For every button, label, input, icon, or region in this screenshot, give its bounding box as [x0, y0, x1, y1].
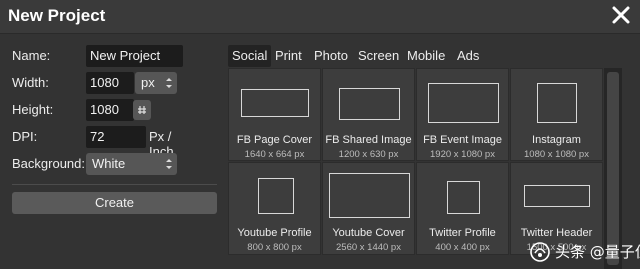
watermark-logo-icon — [530, 242, 550, 262]
preset-youtube-cover[interactable]: Youtube Cover 2560 x 1440 px — [322, 162, 415, 255]
preset-size: 2560 x 1440 px — [336, 242, 401, 253]
updown-caret-icon — [166, 78, 172, 88]
tab-screen[interactable]: Screen — [354, 45, 403, 67]
preset-fb-page-cover[interactable]: FB Page Cover 1640 x 664 px — [228, 68, 321, 161]
dialog-title: New Project — [8, 6, 106, 25]
preset-thumbnail — [524, 185, 590, 207]
tab-photo[interactable]: Photo — [310, 45, 352, 67]
preset-name: FB Shared Image — [325, 134, 412, 146]
name-input[interactable]: New Project — [86, 45, 183, 67]
height-label: Height: — [12, 102, 54, 117]
preset-thumbnail — [339, 88, 400, 120]
preset-instagram[interactable]: Instagram 1080 x 1080 px — [510, 68, 603, 161]
updown-caret-icon — [166, 159, 172, 169]
dpi-input[interactable]: 72 — [86, 126, 146, 148]
preset-size: 1920 x 1080 px — [430, 149, 495, 160]
scrollbar-thumb[interactable] — [607, 72, 619, 265]
title-bar: New Project — [0, 0, 640, 34]
preset-size: 1200 x 630 px — [338, 149, 399, 160]
name-label: Name: — [12, 48, 51, 63]
width-input[interactable]: 1080 — [86, 72, 134, 94]
dpi-label: DPI: — [12, 129, 38, 144]
preset-name: Twitter Profile — [429, 227, 496, 239]
preset-name: FB Event Image — [423, 134, 502, 146]
preset-fb-shared-image[interactable]: FB Shared Image 1200 x 630 px — [322, 68, 415, 161]
preset-thumbnail — [241, 89, 309, 117]
background-label: Background: — [12, 156, 85, 171]
close-icon[interactable] — [609, 3, 633, 27]
create-button[interactable]: Create — [12, 192, 217, 214]
unit-select[interactable]: px — [135, 72, 177, 94]
tab-ads[interactable]: Ads — [453, 45, 483, 67]
preset-youtube-profile[interactable]: Youtube Profile 800 x 800 px — [228, 162, 321, 255]
preset-size: 400 x 400 px — [435, 242, 490, 253]
preset-thumbnail — [447, 181, 480, 214]
link-aspect-button[interactable] — [133, 100, 151, 120]
preset-name: FB Page Cover — [236, 134, 313, 146]
tab-mobile[interactable]: Mobile — [403, 45, 449, 67]
preset-size: 1080 x 1080 px — [524, 149, 589, 160]
divider — [12, 184, 217, 185]
unit-select-value: px — [141, 75, 155, 90]
preset-name: Instagram — [532, 134, 581, 146]
preset-name: Youtube Cover — [332, 227, 405, 239]
watermark: 头条 @量子位 — [529, 238, 640, 264]
tab-social[interactable]: Social — [228, 45, 272, 67]
background-select[interactable]: White — [86, 153, 177, 175]
background-select-value: White — [92, 156, 126, 171]
preset-thumbnail — [258, 178, 294, 214]
width-label: Width: — [12, 75, 49, 90]
link-icon — [138, 106, 146, 114]
tab-print[interactable]: Print — [271, 45, 306, 67]
preset-thumbnail — [428, 83, 499, 123]
watermark-text: 头条 @量子位 — [555, 243, 640, 261]
height-input[interactable]: 1080 — [86, 99, 134, 121]
preset-fb-event-image[interactable]: FB Event Image 1920 x 1080 px — [416, 68, 509, 161]
preset-size: 800 x 800 px — [247, 242, 302, 253]
preset-twitter-profile[interactable]: Twitter Profile 400 x 400 px — [416, 162, 509, 255]
preset-size: 1640 x 664 px — [244, 149, 305, 160]
preset-name: Youtube Profile — [237, 227, 312, 239]
preset-thumbnail — [329, 173, 410, 218]
preset-thumbnail — [537, 83, 577, 123]
